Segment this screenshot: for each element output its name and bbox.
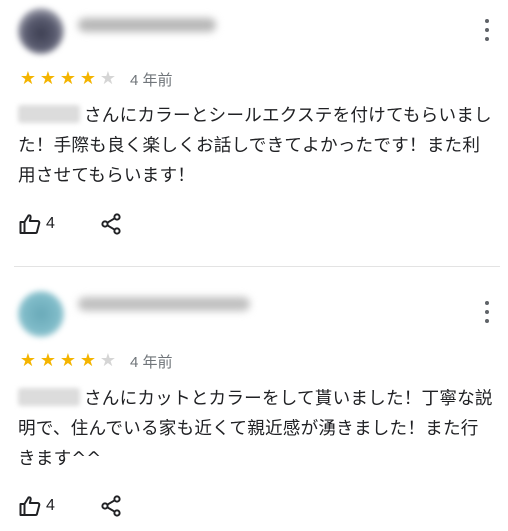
thumb-up-icon bbox=[19, 496, 41, 516]
star-icon: ★ bbox=[39, 350, 57, 371]
review-text: さんにカラーとシールエクステを付けてもらいました！手際も良く楽しくお話しできてよ… bbox=[18, 105, 492, 186]
avatar[interactable] bbox=[18, 291, 64, 337]
review-divider bbox=[14, 266, 500, 267]
staff-name-blurred bbox=[18, 105, 80, 123]
reviewer-name-blurred[interactable] bbox=[78, 18, 216, 32]
thumb-up-icon bbox=[19, 214, 41, 234]
rating-row: ★ ★ ★ ★ ★ 4 年前 bbox=[18, 350, 173, 372]
star-icon: ★ bbox=[59, 68, 77, 89]
review-time: 4 年前 bbox=[130, 353, 173, 371]
star-icon: ★ bbox=[19, 68, 37, 89]
share-button[interactable] bbox=[99, 494, 123, 518]
review-actions: 4 bbox=[18, 209, 123, 239]
star-icon: ★ bbox=[79, 68, 97, 89]
star-icon: ★ bbox=[19, 350, 37, 371]
review-time: 4 年前 bbox=[130, 71, 173, 89]
more-vert-icon bbox=[485, 19, 489, 23]
star-icon: ★ bbox=[79, 350, 97, 371]
like-count: 4 bbox=[46, 497, 55, 514]
share-icon bbox=[101, 213, 121, 235]
review-card: ★ ★ ★ ★ ★ 4 年前 さんにカットとカラーをして貰いました！丁寧な説明で… bbox=[0, 270, 508, 531]
reviewer-name-blurred[interactable] bbox=[78, 297, 250, 311]
staff-name-blurred bbox=[18, 388, 80, 406]
avatar[interactable] bbox=[18, 8, 64, 54]
rating-row: ★ ★ ★ ★ ★ 4 年前 bbox=[18, 68, 173, 90]
more-options-button[interactable] bbox=[482, 301, 492, 323]
share-icon bbox=[101, 495, 121, 517]
star-empty-icon: ★ bbox=[99, 350, 117, 371]
like-button[interactable]: 4 bbox=[18, 494, 55, 518]
like-count: 4 bbox=[46, 215, 55, 232]
star-icon: ★ bbox=[59, 350, 77, 371]
star-icon: ★ bbox=[39, 68, 57, 89]
review-card: ★ ★ ★ ★ ★ 4 年前 さんにカラーとシールエクステを付けてもらいました！… bbox=[0, 0, 508, 262]
like-button[interactable]: 4 bbox=[18, 212, 55, 236]
review-actions: 4 bbox=[18, 491, 123, 521]
share-button[interactable] bbox=[99, 212, 123, 236]
star-rating: ★ ★ ★ ★ ★ bbox=[18, 69, 118, 89]
star-rating: ★ ★ ★ ★ ★ bbox=[18, 351, 118, 371]
more-options-button[interactable] bbox=[482, 19, 492, 41]
more-vert-icon bbox=[485, 301, 489, 305]
review-text: さんにカットとカラーをして貰いました！丁寧な説明で、住んでいる家も近くて親近感が… bbox=[18, 388, 493, 469]
star-empty-icon: ★ bbox=[99, 68, 117, 89]
